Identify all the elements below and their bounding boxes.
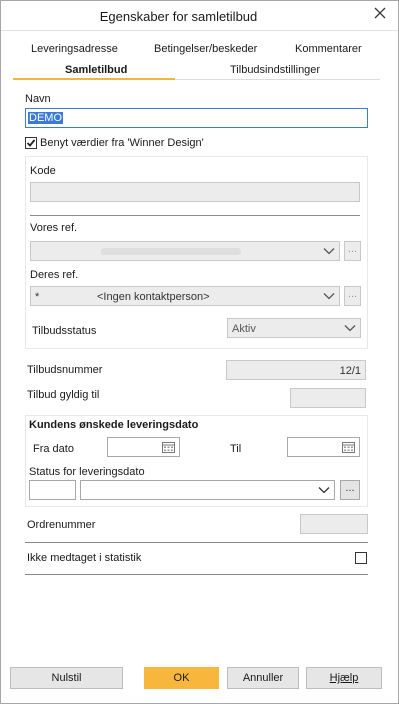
tab-samletilbud[interactable]: Samletilbud bbox=[65, 64, 127, 76]
tilbudsnummer-label: Tilbudsnummer bbox=[27, 364, 103, 376]
leveringsdato-heading: Kundens ønskede leveringsdato bbox=[29, 419, 199, 431]
tilbudsstatus-select[interactable]: Aktiv bbox=[227, 318, 361, 338]
tilbudsnummer-input[interactable]: 12/1 bbox=[226, 360, 366, 380]
statistik-label: Ikke medtaget i statistik bbox=[27, 552, 142, 564]
title-bar: Egenskaber for samletilbud bbox=[1, 1, 398, 31]
vores-ref-label: Vores ref. bbox=[30, 222, 78, 234]
close-icon[interactable] bbox=[374, 6, 386, 24]
ordrenummer-input[interactable] bbox=[300, 514, 368, 534]
gyldig-til-input[interactable] bbox=[290, 388, 366, 408]
ordrenummer-label: Ordrenummer bbox=[27, 519, 96, 531]
fra-dato-input[interactable] bbox=[107, 437, 180, 457]
dialog-title: Egenskaber for samletilbud bbox=[99, 9, 258, 24]
til-dato-input[interactable] bbox=[287, 437, 360, 457]
chevron-down-icon bbox=[323, 290, 335, 300]
deres-ref-value: <Ingen kontaktperson> bbox=[97, 291, 210, 303]
fra-dato-label: Fra dato bbox=[33, 443, 74, 455]
kode-label: Kode bbox=[30, 165, 56, 177]
status-browse-button[interactable]: ... bbox=[340, 480, 360, 500]
vores-ref-browse-button[interactable]: ... bbox=[344, 241, 361, 261]
help-button-label: Hjælp bbox=[329, 672, 359, 684]
tab-betingelser-beskeder[interactable]: Betingelser/beskeder bbox=[154, 43, 257, 55]
statistik-checkbox[interactable] bbox=[355, 552, 367, 564]
chevron-down-icon bbox=[318, 484, 330, 494]
tab-kommentarer[interactable]: Kommentarer bbox=[295, 43, 362, 55]
ok-button[interactable]: OK bbox=[144, 667, 219, 689]
active-tab-indicator bbox=[13, 78, 175, 80]
vores-ref-select[interactable] bbox=[30, 241, 340, 261]
statistik-separator-bottom bbox=[25, 574, 368, 575]
status-code-input[interactable] bbox=[29, 480, 76, 500]
benyt-label: Benyt værdier fra 'Winner Design' bbox=[40, 137, 204, 149]
kode-input[interactable] bbox=[30, 182, 360, 202]
gyldig-til-label: Tilbud gyldig til bbox=[27, 389, 100, 401]
chevron-down-icon bbox=[344, 322, 356, 332]
calendar-icon[interactable] bbox=[342, 441, 355, 453]
chevron-down-icon bbox=[323, 245, 335, 255]
deres-ref-label: Deres ref. bbox=[30, 269, 79, 281]
blurred-value bbox=[101, 248, 241, 255]
reset-button[interactable]: Nulstil bbox=[10, 667, 123, 689]
statistik-separator-top bbox=[25, 542, 368, 543]
calendar-icon[interactable] bbox=[162, 441, 175, 453]
benyt-checkbox[interactable] bbox=[25, 137, 37, 149]
tab-tilbudsindstillinger[interactable]: Tilbudsindstillinger bbox=[230, 64, 320, 76]
deres-ref-browse-button[interactable]: ... bbox=[344, 286, 361, 306]
til-label: Til bbox=[230, 443, 242, 455]
tilbudsnummer-value: 12/1 bbox=[339, 365, 361, 377]
tab-leveringsadresse[interactable]: Leveringsadresse bbox=[31, 43, 118, 55]
navn-input[interactable]: DEMO bbox=[25, 108, 368, 128]
kode-separator bbox=[30, 215, 360, 216]
tab-divider bbox=[175, 79, 380, 80]
tilbudsstatus-value: Aktiv bbox=[232, 323, 256, 335]
deres-ref-select[interactable]: * <Ingen kontaktperson> bbox=[30, 286, 340, 306]
status-leveringsdato-label: Status for leveringsdato bbox=[29, 466, 145, 478]
status-leveringsdato-select[interactable] bbox=[80, 480, 335, 500]
properties-dialog: Egenskaber for samletilbud Leveringsadre… bbox=[0, 0, 399, 704]
cancel-button[interactable]: Annuller bbox=[227, 667, 299, 689]
help-button[interactable]: Hjælp bbox=[306, 667, 382, 689]
tilbudsstatus-label: Tilbudsstatus bbox=[32, 325, 97, 337]
navn-value: DEMO bbox=[28, 112, 63, 124]
deres-ref-prefix: * bbox=[35, 291, 40, 303]
navn-label: Navn bbox=[25, 93, 51, 105]
